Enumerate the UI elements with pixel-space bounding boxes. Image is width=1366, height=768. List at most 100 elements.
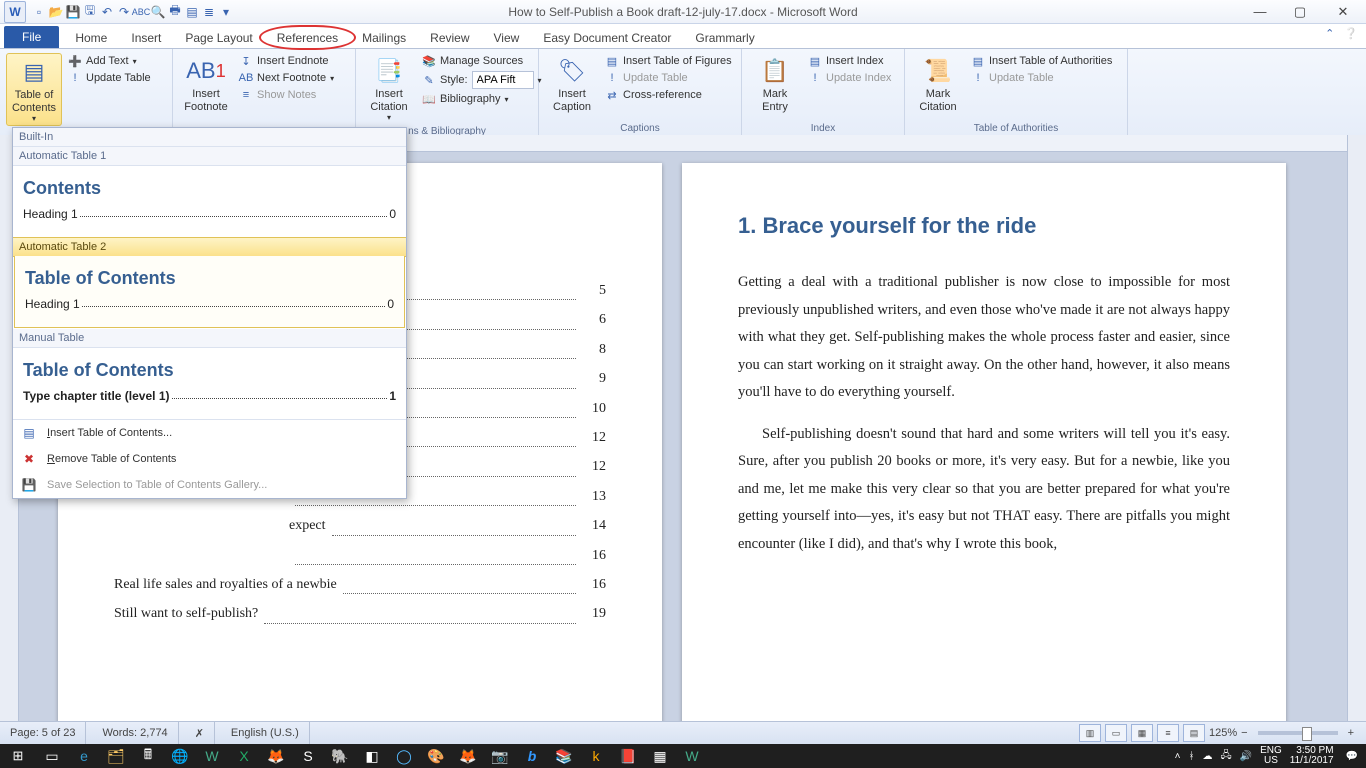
insert-endnote-button[interactable]: ↧Insert Endnote — [237, 53, 336, 69]
mark-citation-button[interactable]: 📜Mark Citation — [911, 53, 965, 115]
tab-review[interactable]: Review — [418, 27, 481, 48]
calculator-icon[interactable]: 🖩 — [132, 744, 164, 768]
gallery-item-auto2[interactable]: Table of Contents Heading 10 — [14, 256, 405, 328]
next-footnote-button[interactable]: ABNext Footnote ▾ — [237, 70, 336, 86]
app-icon[interactable]: ◯ — [388, 744, 420, 768]
app-icon[interactable]: 📷 — [484, 744, 516, 768]
proofing-icon[interactable]: ✗ — [185, 722, 215, 744]
zoom-level[interactable]: 125% — [1209, 727, 1237, 739]
remove-toc-command[interactable]: ✖Remove Table of Contents — [13, 446, 406, 472]
draft-view-button[interactable]: ▤ — [1183, 724, 1205, 742]
vertical-scrollbar[interactable] — [1347, 135, 1366, 722]
tab-insert[interactable]: Insert — [119, 27, 173, 48]
style-value[interactable] — [472, 71, 534, 89]
zoom-slider[interactable] — [1258, 731, 1338, 735]
chrome-icon[interactable]: 🌐 — [164, 744, 196, 768]
maximize-button[interactable]: ▢ — [1280, 0, 1320, 23]
gallery-item-manual[interactable]: Table of Contents Type chapter title (le… — [13, 348, 406, 419]
gallery-item-auto2-header[interactable]: Automatic Table 2 — [13, 237, 406, 257]
redo-icon[interactable]: ↷ — [116, 4, 132, 20]
start-button[interactable]: ⊞ — [0, 748, 36, 764]
update-table-captions-button[interactable]: !Update Table — [603, 70, 734, 86]
tab-file[interactable]: File — [4, 26, 59, 48]
minimize-ribbon-icon[interactable]: ⌃ — [1325, 27, 1334, 40]
save-icon[interactable]: 💾 — [65, 4, 81, 20]
task-view-icon[interactable]: ▭ — [36, 744, 68, 768]
insert-toc-command[interactable]: ▤Insert Table of Contents... — [13, 420, 406, 446]
reading-view-button[interactable]: ▭ — [1105, 724, 1127, 742]
add-text-button[interactable]: ➕Add Text ▾ — [66, 53, 153, 69]
insert-caption-button[interactable]: 🏷Insert Caption — [545, 53, 599, 115]
word-taskbar-icon[interactable]: W — [196, 744, 228, 768]
insert-footnote-button[interactable]: AB1Insert Footnote — [179, 53, 233, 115]
zoom-in-button[interactable]: + — [1348, 727, 1354, 739]
insert-citation-button[interactable]: 📑Insert Citation ▾ — [362, 53, 416, 124]
tab-view[interactable]: View — [482, 27, 532, 48]
undo-icon[interactable]: ↶ — [99, 4, 115, 20]
tab-page-layout[interactable]: Page Layout — [173, 27, 264, 48]
tab-easy-document-creator[interactable]: Easy Document Creator — [531, 27, 683, 48]
tab-grammarly[interactable]: Grammarly — [683, 27, 766, 48]
insert-index-button[interactable]: ▤Insert Index — [806, 53, 893, 69]
gallery-item-auto1-header[interactable]: Automatic Table 1 — [13, 147, 406, 166]
edge-icon[interactable]: e — [68, 744, 100, 768]
app-icon[interactable]: 📚 — [548, 744, 580, 768]
update-table-button[interactable]: !Update Table — [66, 70, 153, 86]
minimize-button[interactable]: — — [1240, 0, 1280, 23]
page-count[interactable]: Page: 5 of 23 — [0, 722, 86, 744]
tab-references[interactable]: References — [265, 27, 350, 48]
update-index-button[interactable]: !Update Index — [806, 70, 893, 86]
cross-reference-button[interactable]: ⇄Cross-reference — [603, 87, 734, 103]
spellcheck-icon[interactable]: ABC — [133, 4, 149, 20]
print-icon[interactable]: 🖶 — [167, 4, 183, 20]
system-tray[interactable]: ˄ ᚼ ☁ 🖧 🔊 ENG US 3:50 PM 11/1/2017 💬 — [1167, 746, 1366, 767]
open-icon[interactable]: 📂 — [48, 4, 64, 20]
manage-sources-button[interactable]: 📚Manage Sources — [420, 53, 544, 69]
qat-more-icon[interactable]: ▾ — [218, 4, 234, 20]
explorer-icon[interactable]: 🗂 — [100, 744, 132, 768]
mark-entry-button[interactable]: 📋Mark Entry — [748, 53, 802, 115]
gallery-item-manual-header[interactable]: Manual Table — [13, 329, 406, 348]
print-layout-view-button[interactable]: ▥ — [1079, 724, 1101, 742]
tab-mailings[interactable]: Mailings — [350, 27, 418, 48]
show-notes-button[interactable]: ≡Show Notes — [237, 87, 336, 103]
notifications-icon[interactable]: 💬 — [1346, 751, 1358, 762]
web-layout-view-button[interactable]: ▦ — [1131, 724, 1153, 742]
network-icon[interactable]: 🖧 — [1221, 748, 1232, 765]
zoom-out-button[interactable]: − — [1241, 727, 1247, 739]
table-of-contents-button[interactable]: ▤ Table of Contents ▾ — [6, 53, 62, 126]
app-icon[interactable]: S — [292, 744, 324, 768]
page-icon[interactable]: ▤ — [184, 4, 200, 20]
kindle-icon[interactable]: k — [580, 744, 612, 768]
citation-style-select[interactable]: ✎Style: ▾ — [420, 70, 544, 90]
word-logo[interactable]: W — [4, 1, 26, 23]
app-icon[interactable]: 🎨 — [420, 744, 452, 768]
insert-toa-button[interactable]: ▤Insert Table of Authorities — [969, 53, 1114, 69]
update-toa-button[interactable]: !Update Table — [969, 70, 1114, 86]
close-button[interactable]: ✕ — [1320, 0, 1366, 23]
save-icon[interactable]: 🖫 — [82, 4, 98, 20]
app-icon[interactable]: 🦊 — [452, 744, 484, 768]
bibliography-button[interactable]: 📖Bibliography ▾ — [420, 91, 544, 107]
insert-table-of-figures-button[interactable]: ▤Insert Table of Figures — [603, 53, 734, 69]
help-icon[interactable]: ❔ — [1344, 27, 1358, 40]
new-icon[interactable]: ▫ — [31, 4, 47, 20]
list-icon[interactable]: ≣ — [201, 4, 217, 20]
tray-chevron-icon[interactable]: ˄ — [1175, 751, 1181, 762]
app-icon[interactable]: b — [516, 744, 548, 768]
volume-icon[interactable]: 🔊 — [1240, 751, 1252, 762]
firefox-icon[interactable]: 🦊 — [260, 744, 292, 768]
evernote-icon[interactable]: 🐘 — [324, 744, 356, 768]
onedrive-icon[interactable]: ☁ — [1203, 751, 1213, 762]
find-icon[interactable]: 🔍 — [150, 4, 166, 20]
word-running-icon[interactable]: W — [676, 744, 708, 768]
app-icon[interactable]: ◧ — [356, 744, 388, 768]
tab-home[interactable]: Home — [63, 27, 119, 48]
bluetooth-icon[interactable]: ᚼ — [1189, 751, 1195, 762]
outline-view-button[interactable]: ≡ — [1157, 724, 1179, 742]
word-count[interactable]: Words: 2,774 — [92, 722, 178, 744]
language-status[interactable]: English (U.S.) — [221, 722, 310, 744]
gallery-item-auto1[interactable]: Contents Heading 10 — [13, 166, 406, 237]
excel-icon[interactable]: X — [228, 744, 260, 768]
app-icon[interactable]: 📕 — [612, 744, 644, 768]
